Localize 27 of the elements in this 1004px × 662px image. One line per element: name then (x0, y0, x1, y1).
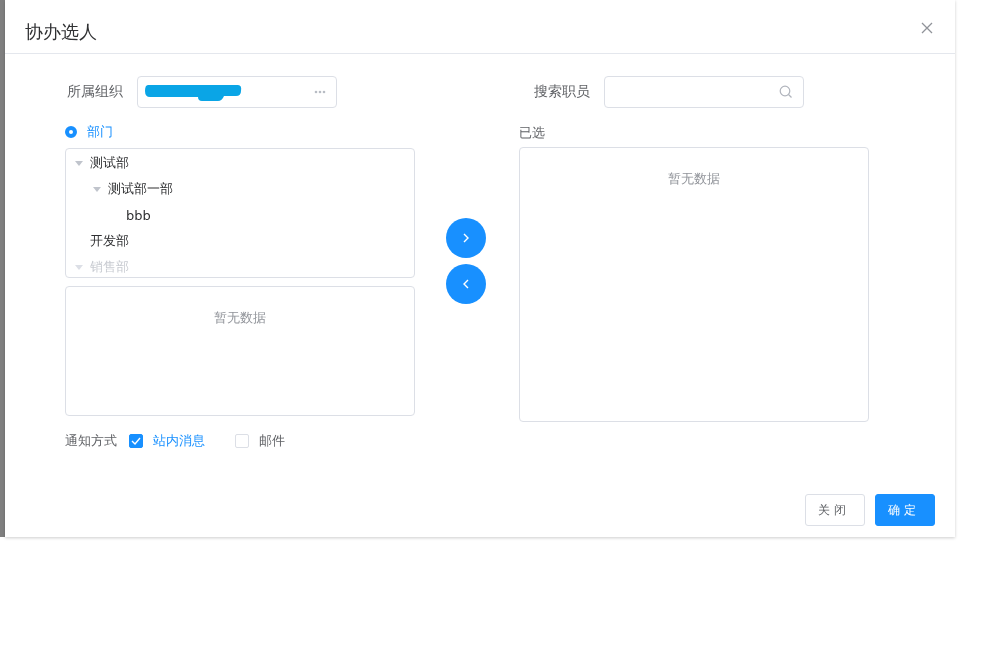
close-button[interactable]: 关闭 (805, 494, 865, 526)
move-right-button[interactable] (446, 218, 486, 258)
tree-item[interactable]: 开发部 (90, 232, 129, 250)
move-left-button[interactable] (446, 264, 486, 304)
close-icon[interactable] (921, 22, 933, 34)
checkbox-label[interactable]: 邮件 (259, 432, 285, 450)
notify-label: 通知方式 (65, 432, 117, 450)
radio-label[interactable]: 部门 (87, 123, 113, 141)
dialog-title: 协办选人 (25, 19, 97, 44)
tree-item[interactable]: bbb (126, 207, 151, 223)
tree-item[interactable]: 测试部一部 (108, 180, 173, 198)
empty-text: 暂无数据 (214, 309, 266, 327)
checkbox[interactable] (129, 434, 143, 448)
search-icon[interactable] (779, 85, 793, 99)
more-icon[interactable] (314, 90, 326, 94)
caret-icon[interactable] (92, 184, 102, 194)
caret-icon[interactable] (74, 158, 84, 168)
tree-item[interactable]: 测试部 (90, 154, 129, 172)
chevron-right-icon (462, 233, 470, 243)
radio-button[interactable] (65, 126, 77, 138)
organization-label: 所属组织 (66, 83, 124, 101)
organization-field[interactable] (137, 76, 337, 108)
search-field[interactable] (604, 76, 804, 108)
selected-title: 已选 (519, 124, 546, 140)
chevron-left-icon (462, 279, 470, 289)
search-label: 搜索职员 (533, 83, 591, 101)
empty-text: 暂无数据 (668, 170, 720, 188)
